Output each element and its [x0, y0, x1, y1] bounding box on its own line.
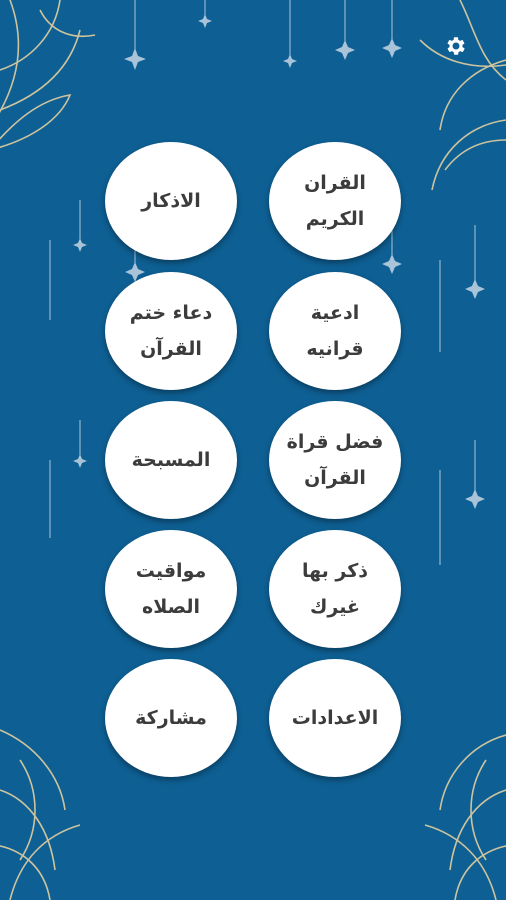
app-screen: القران الكريم ادعية قرانيه فضل قراة القر… [0, 0, 506, 900]
tasbih-button[interactable]: المسبحة [105, 401, 237, 519]
reading-virtue-button-label: فضل قراة القرآن [286, 431, 384, 489]
prayer-times-button-label: مواقيت الصلاه [135, 560, 207, 618]
quran-button[interactable]: القران الكريم [269, 142, 401, 260]
settings-button-label: الاعدادات [291, 707, 379, 729]
share-button-label: مشاركة [135, 707, 207, 729]
quran-button-label: القران الكريم [304, 172, 366, 230]
quran-duas-button-label: ادعية قرانيه [306, 302, 364, 360]
reading-virtue-button[interactable]: فضل قراة القرآن [269, 401, 401, 519]
gear-icon [447, 37, 465, 55]
khatm-dua-button[interactable]: دعاء ختم القرآن [105, 272, 237, 390]
khatm-dua-button-label: دعاء ختم القرآن [129, 302, 213, 360]
settings-button[interactable]: الاعدادات [269, 659, 401, 777]
azkar-button-label: الاذكار [141, 190, 201, 212]
azkar-button[interactable]: الاذكار [105, 142, 237, 260]
background-ornaments [0, 0, 506, 900]
prayer-times-button[interactable]: مواقيت الصلاه [105, 530, 237, 648]
tasbih-button-label: المسبحة [131, 449, 211, 471]
quran-duas-button[interactable]: ادعية قرانيه [269, 272, 401, 390]
settings-gear-button[interactable] [442, 32, 470, 60]
share-dhikr-button[interactable]: ذكر بها غيرك [269, 530, 401, 648]
share-dhikr-button-label: ذكر بها غيرك [301, 560, 369, 618]
share-button[interactable]: مشاركة [105, 659, 237, 777]
